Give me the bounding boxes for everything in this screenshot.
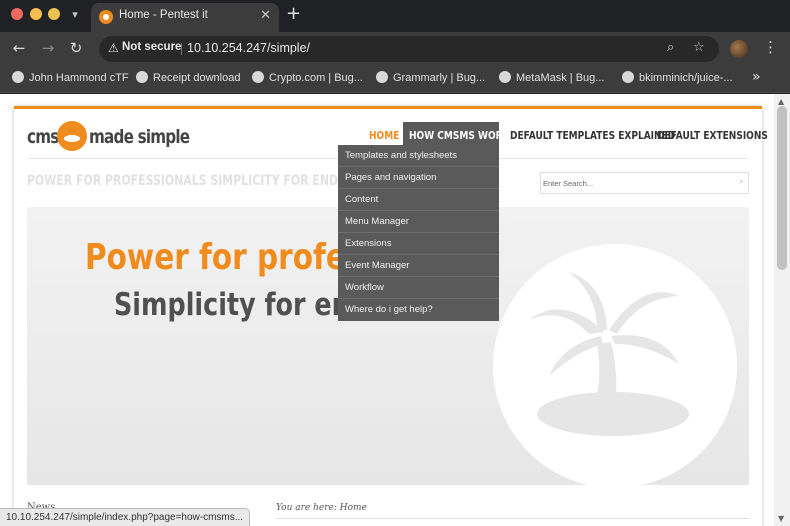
bookmark-label: MetaMask | Bug...: [516, 72, 605, 84]
logo-island-icon: [57, 121, 87, 151]
bookmark-star-icon[interactable]: ☆: [693, 40, 705, 55]
profile-avatar[interactable]: [730, 40, 748, 58]
page-scrollbar[interactable]: ▲ ▼: [774, 94, 790, 526]
nav-item-home[interactable]: HOME: [369, 125, 399, 147]
browser-toolbar: ← → ↻ ⚠ Not secure 10.10.254.247/simple/…: [0, 32, 790, 65]
globe-icon: [376, 71, 388, 83]
dropdown-item-workflow[interactable]: Workflow: [338, 277, 499, 299]
search-input[interactable]: [543, 175, 723, 191]
reload-icon[interactable]: ↻: [67, 39, 85, 57]
bookmark-item[interactable]: MetaMask | Bug...: [499, 71, 604, 87]
new-tab-plus-icon[interactable]: +: [286, 3, 301, 25]
bookmark-label: Receipt download: [153, 72, 241, 84]
bookmark-item[interactable]: John Hammond cTF: [12, 71, 129, 87]
dropdown-item-pages-navigation[interactable]: Pages and navigation: [338, 167, 499, 189]
search-icon[interactable]: ⌕: [739, 177, 744, 187]
bookmark-label: Crypto.com | Bug...: [269, 72, 363, 84]
github-icon: [622, 71, 634, 83]
nav-item-how-cmsms-works[interactable]: HOW CMSMS WORKS: [409, 125, 516, 147]
bookmark-label: bkimminich/juice-...: [639, 72, 733, 84]
warning-triangle-icon[interactable]: ⚠: [108, 41, 119, 55]
globe-icon: [499, 71, 511, 83]
dropdown-item-help[interactable]: Where do i get help?: [338, 299, 499, 321]
maximize-window-button[interactable]: [48, 8, 60, 20]
tab-search-chevron-icon[interactable]: ▾: [66, 6, 84, 24]
dropdown-item-extensions[interactable]: Extensions: [338, 233, 499, 255]
bookmark-label: John Hammond cTF: [29, 72, 129, 84]
breadcrumb-underline: [276, 518, 749, 519]
nav-item-default-templates-explained[interactable]: DEFAULT TEMPLATES EXPLAINED: [510, 125, 675, 147]
site-search-box: ⌕: [540, 172, 749, 194]
globe-icon: [252, 71, 264, 83]
back-arrow-icon[interactable]: ←: [10, 39, 28, 57]
nav-item-default-extensions[interactable]: DEFAULT EXTENSIONS: [657, 125, 768, 147]
dropdown-item-event-manager[interactable]: Event Manager: [338, 255, 499, 277]
globe-icon: [136, 71, 148, 83]
close-window-button[interactable]: [11, 8, 23, 20]
github-icon: [12, 71, 24, 83]
tab-close-icon[interactable]: ✕: [260, 8, 271, 23]
site-tagline: POWER FOR PROFESSIONALS SIMPLICITY FOR E…: [27, 173, 339, 189]
palm-island-icon: [529, 272, 689, 436]
zoom-magnifier-icon[interactable]: ⌕: [667, 40, 674, 55]
bookmark-item[interactable]: Crypto.com | Bug...: [252, 71, 363, 87]
forward-arrow-icon[interactable]: →: [39, 39, 57, 57]
bookmark-item[interactable]: bkimminich/juice-...: [622, 71, 733, 87]
logo-text-right: made simple: [89, 126, 190, 148]
cmsms-site: cms made simple HOME HOW CMSMS WORKS DEF…: [14, 106, 768, 526]
address-bar[interactable]: ⚠ Not secure 10.10.254.247/simple/ ⌕ ☆: [99, 36, 719, 62]
page-viewport: cms made simple HOME HOW CMSMS WORKS DEF…: [0, 94, 790, 526]
bookmarks-overflow-chevron-icon[interactable]: »: [752, 69, 761, 85]
bookmark-item[interactable]: Receipt download: [136, 71, 240, 87]
how-cmsms-works-dropdown: Templates and stylesheets Pages and navi…: [338, 145, 499, 321]
dropdown-item-menu-manager[interactable]: Menu Manager: [338, 211, 499, 233]
minimize-window-button[interactable]: [30, 8, 42, 20]
scroll-up-arrow-icon[interactable]: ▲: [778, 97, 784, 106]
cmsms-favicon-icon: [99, 10, 113, 24]
scrollbar-thumb[interactable]: [777, 106, 787, 270]
hero-island-circle: [493, 244, 737, 485]
tab-title: Home - Pentest it: [119, 9, 208, 21]
kebab-menu-icon[interactable]: ⋮: [763, 38, 778, 56]
link-status-bubble: 10.10.254.247/simple/index.php?page=how-…: [0, 508, 251, 526]
url-text[interactable]: 10.10.254.247/simple/: [187, 41, 310, 55]
logo-text-left: cms: [27, 126, 59, 148]
breadcrumb: You are here: Home: [276, 503, 367, 513]
bookmark-item[interactable]: Grammarly | Bug...: [376, 71, 485, 87]
browser-titlebar: ▾ Home - Pentest it ✕ +: [0, 0, 790, 32]
scroll-down-arrow-icon[interactable]: ▼: [778, 514, 784, 523]
dropdown-item-content[interactable]: Content: [338, 189, 499, 211]
bookmark-label: Grammarly | Bug...: [393, 72, 486, 84]
hero-subheadline: Simplicity for end: [114, 287, 368, 323]
dropdown-item-templates[interactable]: Templates and stylesheets: [338, 145, 499, 167]
bookmarks-bar: John Hammond cTF Receipt download Crypto…: [0, 65, 790, 93]
security-indicator[interactable]: Not secure: [122, 41, 181, 53]
browser-tab-active[interactable]: Home - Pentest it ✕: [91, 3, 279, 32]
url-separator: [181, 43, 182, 55]
